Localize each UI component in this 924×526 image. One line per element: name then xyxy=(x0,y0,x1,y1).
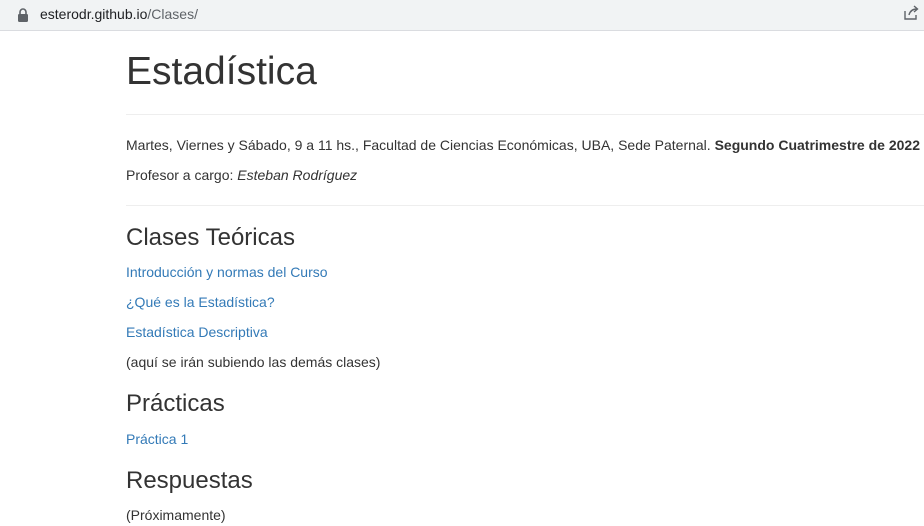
respuestas-note: (Próximamente) xyxy=(126,507,226,523)
page-title: Estadística xyxy=(126,50,317,93)
clases-note: (aquí se irán subiendo las demás clases) xyxy=(126,354,381,370)
link-que-es-estadistica[interactable]: ¿Qué es la Estadística? xyxy=(126,293,275,311)
link-practica-1[interactable]: Práctica 1 xyxy=(126,430,188,448)
teacher-label: Profesor a cargo: xyxy=(126,167,234,183)
address-bar[interactable]: esterodr.github.io/Clases/ xyxy=(0,0,924,31)
link-estadistica-descriptiva[interactable]: Estadística Descriptiva xyxy=(126,323,268,341)
url-text[interactable]: esterodr.github.io/Clases/ xyxy=(40,5,198,23)
section-heading-teoricas: Clases Teóricas xyxy=(126,224,295,251)
schedule-text: Martes, Viernes y Sábado, 9 a 11 hs., Fa… xyxy=(126,137,711,153)
teacher-name: Esteban Rodríguez xyxy=(237,167,358,183)
lock-icon[interactable] xyxy=(17,8,29,22)
term-label: Segundo Cuatrimestre de 2022 xyxy=(714,137,920,153)
teacher-line: Profesor a cargo: Esteban Rodríguez xyxy=(126,166,357,184)
link-introduccion[interactable]: Introducción y normas del Curso xyxy=(126,263,328,281)
url-host: esterodr.github.io xyxy=(40,6,148,22)
url-path: /Clases/ xyxy=(147,6,198,22)
share-icon[interactable] xyxy=(903,5,920,21)
schedule-line: Martes, Viernes y Sábado, 9 a 11 hs., Fa… xyxy=(126,136,920,154)
title-divider xyxy=(126,114,924,115)
section-heading-respuestas: Respuestas xyxy=(126,467,253,494)
info-divider xyxy=(126,205,924,206)
section-heading-practicas: Prácticas xyxy=(126,390,225,417)
